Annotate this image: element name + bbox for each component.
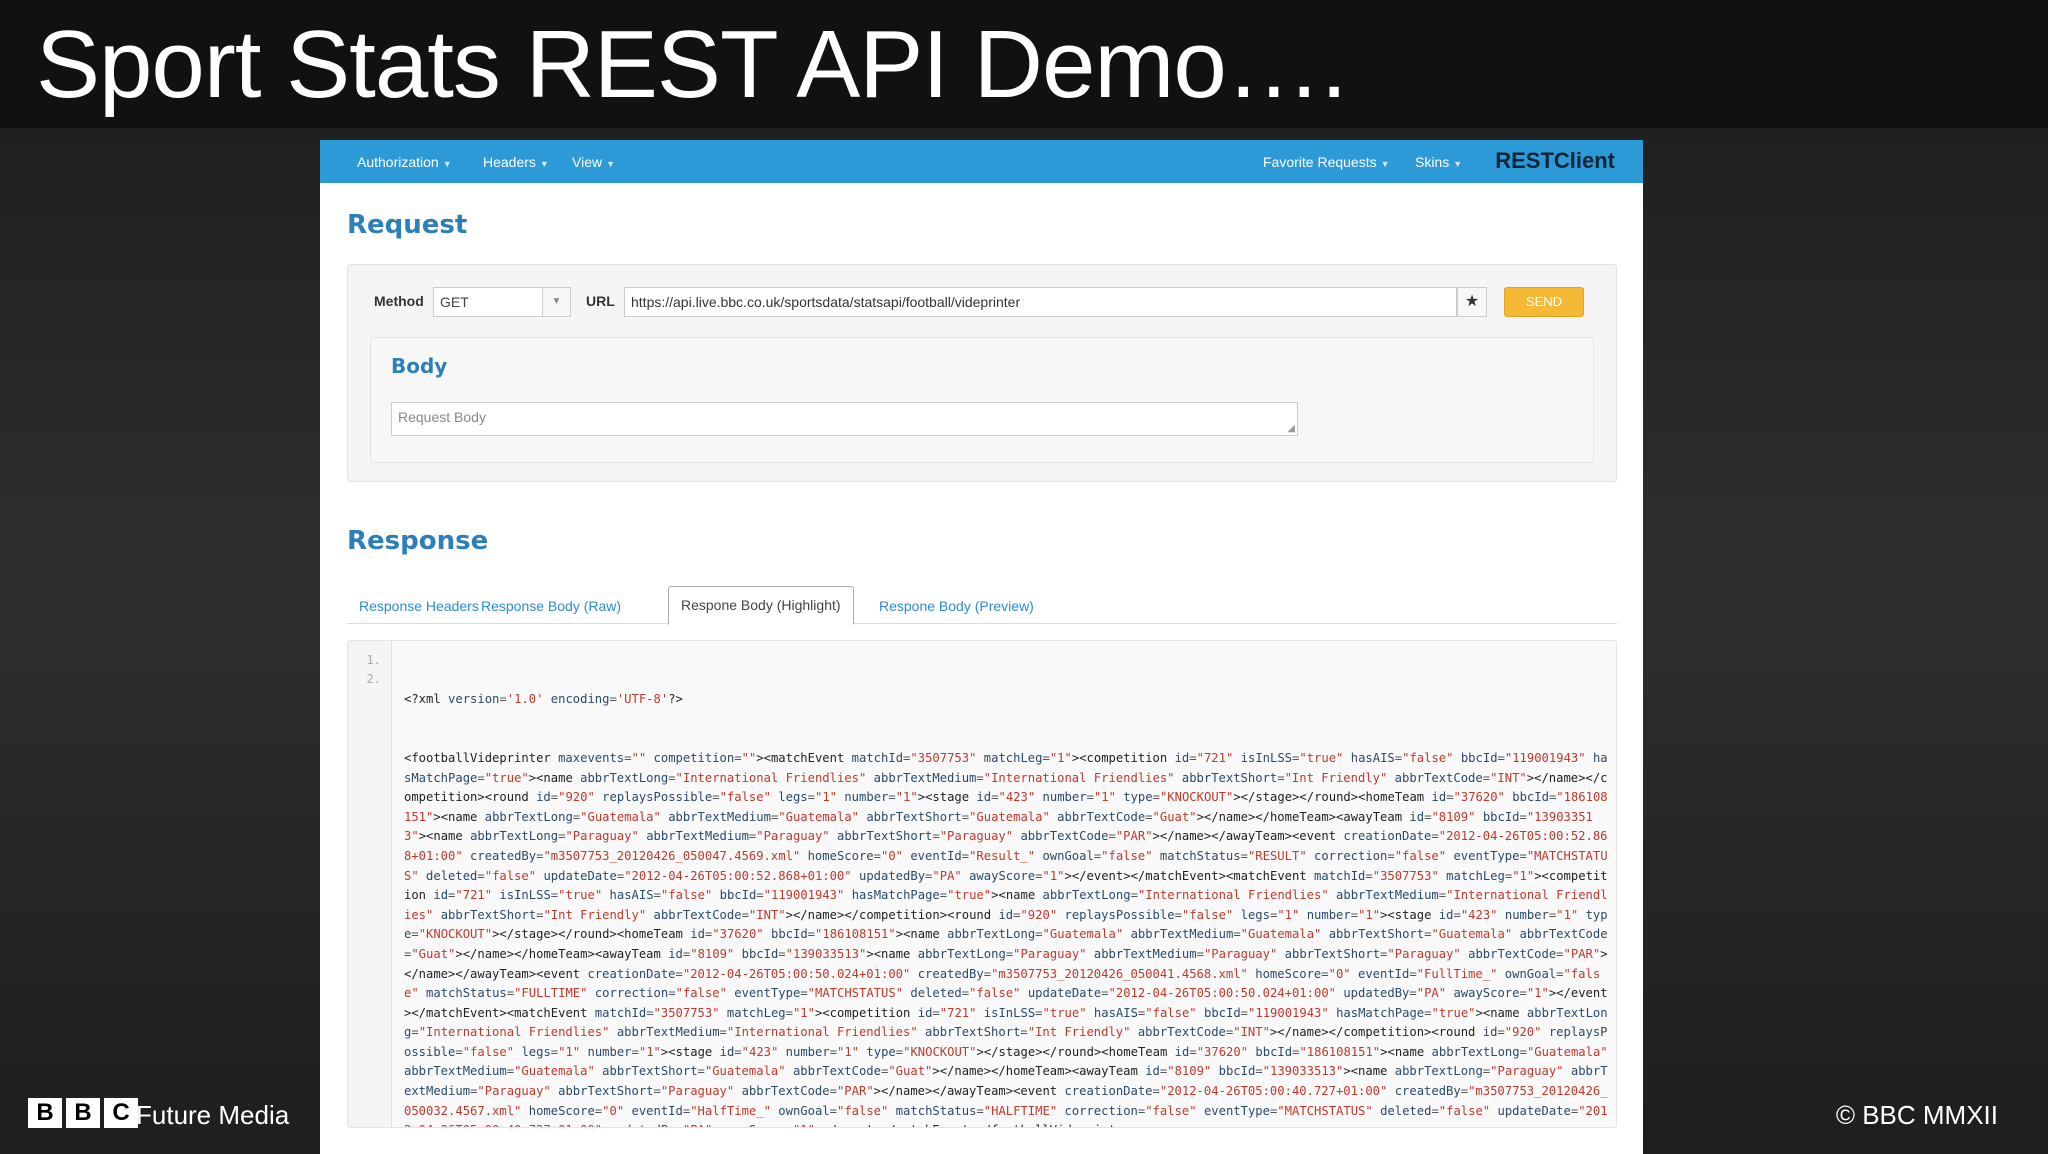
restclient-window: Authorization ▼ Headers ▼ View ▼ Favorite R… [320, 140, 1643, 1154]
favorite-star-button[interactable]: ★ [1457, 287, 1487, 317]
response-xml-code: <?xml version='1.0' encoding='UTF-8'?> <… [404, 651, 1609, 1127]
nav-view-menu[interactable]: View ▼ [572, 154, 615, 170]
request-body-textarea[interactable]: Request Body ◢ [391, 402, 1298, 436]
bbc-logo-block: B [66, 1098, 100, 1128]
nav-skins-menu[interactable]: Skins ▼ [1415, 154, 1462, 170]
nav-view-label: View [572, 154, 603, 170]
copyright-text: © BBC MMXII [1835, 1100, 1998, 1130]
chevron-down-icon: ▼ [1380, 159, 1390, 169]
url-label: URL [586, 293, 615, 309]
nav-authorization-label: Authorization [357, 154, 439, 170]
bbc-logo-block: C [104, 1098, 138, 1128]
nav-headers-label: Headers [483, 154, 536, 170]
nav-authorization-menu[interactable]: Authorization ▼ [357, 154, 452, 170]
nav-headers-menu[interactable]: Headers ▼ [483, 154, 549, 170]
tab-response-body-preview[interactable]: Respone Body (Preview) [867, 588, 1046, 624]
slide-title: Sport Stats REST API Demo…. [36, 11, 1347, 118]
app-brand[interactable]: RESTClient [1495, 148, 1615, 174]
chevron-down-icon: ▼ [539, 159, 549, 169]
bbc-logo-block: B [28, 1098, 62, 1128]
send-button[interactable]: SEND [1504, 287, 1584, 317]
request-panel: Method GET ▼ URL https://api.live.bbc.co… [347, 264, 1617, 482]
code-line-2: <footballVideprinter maxevents="" compet… [404, 750, 1608, 1127]
response-code-panel[interactable]: 1. 2. <?xml version='1.0' encoding='UTF-… [347, 640, 1617, 1128]
request-heading: Request [347, 210, 468, 240]
nav-favorite-requests-label: Favorite Requests [1263, 154, 1377, 170]
chevron-down-icon: ▼ [442, 159, 452, 169]
method-select[interactable]: GET ▼ [433, 287, 571, 317]
line-number: 2. [366, 672, 381, 686]
nav-skins-label: Skins [1415, 154, 1450, 170]
nav-favorite-requests-menu[interactable]: Favorite Requests ▼ [1263, 154, 1390, 170]
resize-grip-icon[interactable]: ◢ [1287, 423, 1295, 434]
response-tabs: Response Headers Response Body (Raw) Res… [347, 580, 1617, 625]
code-line-1: <?xml version='1.0' encoding='UTF-8'?> [404, 692, 683, 707]
star-icon: ★ [1464, 293, 1480, 310]
tab-response-body-raw[interactable]: Response Body (Raw) [469, 588, 633, 624]
line-number: 1. [366, 653, 381, 667]
footer-brand-text: Future Media [136, 1100, 290, 1130]
slide-title-bar: Sport Stats REST API Demo…. [0, 0, 2048, 128]
body-panel: Body Request Body ◢ [370, 337, 1594, 463]
navbar: Authorization ▼ Headers ▼ View ▼ Favorite R… [320, 140, 1643, 183]
body-heading: Body [391, 354, 448, 378]
chevron-down-icon: ▼ [1453, 159, 1463, 169]
request-body-placeholder: Request Body [398, 409, 486, 425]
method-label: Method [374, 293, 424, 309]
chevron-down-icon: ▼ [542, 288, 570, 316]
response-heading: Response [347, 526, 489, 556]
url-input[interactable]: https://api.live.bbc.co.uk/sportsdata/st… [624, 287, 1457, 317]
tab-response-body-highlight[interactable]: Respone Body (Highlight) [668, 586, 854, 625]
method-value: GET [440, 294, 469, 310]
bbc-logo: B B C [28, 1098, 138, 1128]
line-number-gutter: 1. 2. [348, 641, 392, 1127]
chevron-down-icon: ▼ [606, 159, 616, 169]
